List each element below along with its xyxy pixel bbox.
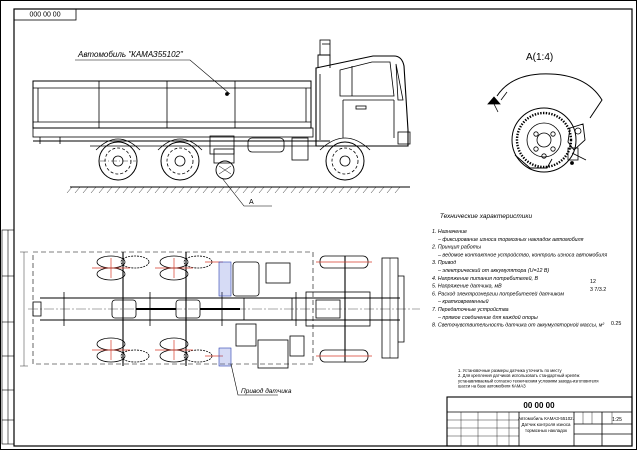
spec-line: 5. Напряжение датчика, мВ: [432, 284, 502, 290]
title-block-name: Автомобиль КАМАЗ-55102. Датчик контроля …: [518, 416, 574, 433]
detail-view-title: А(1:4): [526, 52, 553, 63]
spec-line: – ведомое контактное устройство, контрол…: [437, 251, 607, 258]
wheel-front: [325, 141, 365, 181]
note-line: шасси на базе автомобиля КАМАЗ: [458, 384, 526, 389]
spec-line: – прямое соединение для каждой опоры: [437, 314, 538, 321]
truck-plan-view: [20, 251, 420, 396]
spec-line: 8. Светочувствительность датчика от акку…: [432, 322, 604, 329]
ground-hatch: [66, 186, 401, 194]
title-block-sheet: 1:25: [612, 417, 622, 423]
spec-values: 12 3 7/3.2 0.25: [590, 279, 621, 327]
drive-callout-label: Привод датчика: [241, 387, 292, 395]
spec-value-sensor: 3 7/3.2: [590, 287, 606, 293]
truck-side-view: [32, 39, 411, 207]
title-line-1: Автомобиль КАМАЗ-55102.: [518, 416, 574, 421]
drawing-sheet: 00 00 000 Автомобиль "КАМАЗ55102" А А(1:…: [0, 0, 637, 450]
wheel-rear-2: [160, 141, 200, 181]
drive-highlight: [218, 261, 232, 297]
spec-line: – электрический от аккумулятора (U=12 В): [437, 267, 549, 274]
cargo-body: [32, 80, 314, 144]
spec-line: – кратковременный: [437, 298, 489, 305]
brake-drum: [511, 107, 577, 173]
wheel-rear-1: [98, 141, 138, 181]
spec-line: 1. Назначение: [432, 229, 467, 235]
spec-value-area: 0.25: [611, 321, 621, 327]
title-line-2: Датчик контроля износа: [522, 422, 572, 427]
spec-line: 4. Напряжение питания потребителей, В: [432, 275, 538, 282]
detail-a-view: [487, 73, 603, 173]
spec-line: 2. Принцип работы: [431, 245, 481, 251]
spec-title: Технические характеристики: [440, 213, 533, 220]
fuel-tank: [247, 137, 285, 153]
top-stamp: 00 00 000: [13, 8, 77, 21]
truck-cab: [315, 39, 411, 147]
notes: 1. Установочные размеры датчика уточнить…: [458, 368, 599, 389]
spec-line: 7. Передаточные устройства: [432, 306, 509, 313]
spec-list: 1. Назначение – фиксирование износа тормо…: [431, 229, 607, 329]
title-block-code: 00 00 00: [523, 401, 555, 410]
spec-line: – фиксирование износа тормозных накладок…: [437, 237, 584, 243]
vehicle-label: Автомобиль "КАМАЗ55102": [77, 50, 184, 59]
spec-value-voltage: 12: [590, 279, 596, 285]
title-line-3: тормозных накладок: [525, 428, 567, 433]
vehicle-label-leader: [75, 59, 231, 95]
spec-line: 3. Привод: [432, 260, 456, 266]
detail-marker-a: А: [249, 199, 254, 206]
detail-a-leader: [221, 177, 272, 207]
binding-strip: [1, 229, 15, 445]
spec-line: 6. Расход электроэнергии потребителей да…: [432, 290, 564, 297]
top-stamp-code: 00 00 000: [29, 10, 60, 17]
